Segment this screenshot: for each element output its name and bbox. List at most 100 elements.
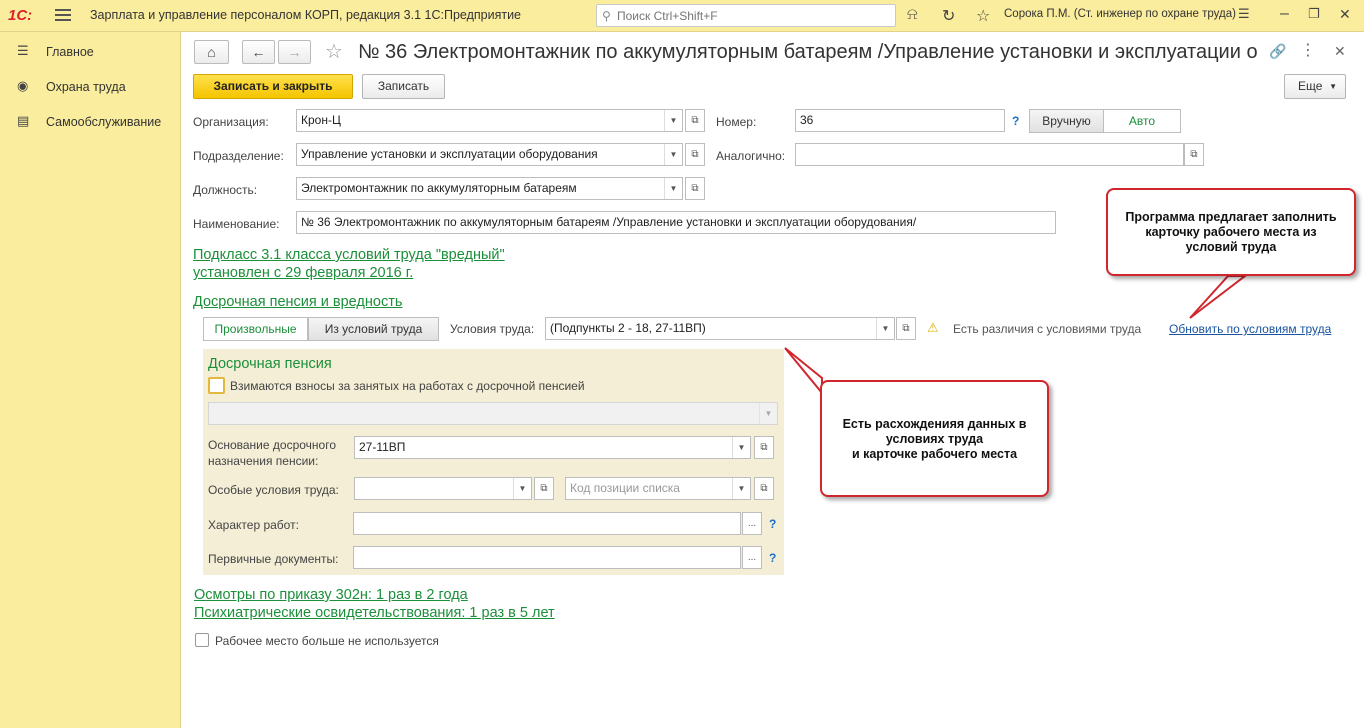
- organization-field[interactable]: Крон-Ц ▼: [296, 109, 683, 132]
- position-label: Должность:: [193, 183, 258, 197]
- sidebar: ☰ Главное ◉ Охрана труда ▤ Самообслужива…: [0, 32, 181, 728]
- helmet-icon: ◉: [17, 78, 29, 93]
- dropdown-icon[interactable]: ▼: [732, 478, 750, 499]
- select-work-nature-button[interactable]: ...: [742, 512, 762, 535]
- sidebar-item-main[interactable]: ☰ Главное: [0, 35, 181, 65]
- dropdown-icon[interactable]: ▼: [759, 403, 777, 424]
- open-list-position-code-icon[interactable]: ⧉: [754, 477, 774, 500]
- sidebar-item-labor-safety[interactable]: ◉ Охрана труда: [0, 70, 181, 100]
- dropdown-icon[interactable]: ▼: [664, 110, 682, 131]
- global-search[interactable]: ⚲: [596, 4, 896, 27]
- open-department-icon[interactable]: ⧉: [685, 143, 705, 166]
- settings-menu-icon[interactable]: ☰: [1238, 6, 1250, 22]
- link-icon[interactable]: 🔗: [1269, 43, 1286, 60]
- mid-callout-line: условиях труда: [885, 432, 984, 446]
- card-icon: ▤: [17, 113, 30, 128]
- pension-basis-field[interactable]: 27-11ВП ▼: [354, 436, 751, 459]
- save-and-close-button[interactable]: Записать и закрыть: [193, 74, 353, 99]
- open-working-conditions-icon[interactable]: ⧉: [896, 317, 916, 340]
- app-title: Зарплата и управление персоналом КОРП, р…: [90, 8, 522, 22]
- chevron-down-icon: ▼: [1329, 82, 1337, 91]
- sidebar-item-self-service[interactable]: ▤ Самообслуживание: [0, 105, 181, 135]
- dropdown-icon[interactable]: ▼: [513, 478, 531, 499]
- search-input[interactable]: [617, 7, 887, 24]
- workplace-not-used-checkbox[interactable]: [195, 633, 209, 647]
- tab-arbitrary[interactable]: Произвольные: [203, 317, 308, 341]
- department-field[interactable]: Управление установки и эксплуатации обор…: [296, 143, 683, 166]
- main-menu-icon[interactable]: [55, 7, 71, 23]
- organization-label: Организация:: [193, 115, 269, 129]
- back-button[interactable]: ←: [242, 40, 275, 64]
- open-position-icon[interactable]: ⧉: [685, 177, 705, 200]
- medical-exams-link[interactable]: Осмотры по приказу 302н: 1 раз в 2 года: [194, 587, 468, 603]
- tab-from-conditions[interactable]: Из условий труда: [308, 317, 439, 341]
- mid-annotation-callout: Есть расхожденияя данных в условиях труд…: [820, 380, 1049, 497]
- forward-button[interactable]: →: [278, 40, 311, 64]
- numbering-manual-toggle[interactable]: Вручную: [1029, 109, 1104, 133]
- help-work-nature-icon[interactable]: ?: [769, 517, 776, 531]
- psychiatric-exams-link[interactable]: Психиатрические освидетельствования: 1 р…: [194, 605, 555, 621]
- contributions-checkbox[interactable]: [208, 377, 225, 394]
- differences-warning: Есть различия с условиями труда: [953, 322, 1142, 336]
- number-value: 36: [800, 113, 814, 127]
- number-field[interactable]: 36: [795, 109, 1005, 132]
- favorites-icon[interactable]: ☆: [976, 6, 990, 26]
- favorite-star-icon[interactable]: ☆: [325, 39, 343, 64]
- more-button[interactable]: Еще ▼: [1284, 74, 1346, 99]
- restore-icon[interactable]: ❐: [1308, 6, 1320, 22]
- more-vertical-icon[interactable]: ⋮: [1300, 40, 1316, 60]
- open-similar-icon[interactable]: ⧉: [1184, 143, 1204, 166]
- pension-basis-label-line1: Основание досрочного: [208, 438, 336, 452]
- name-value: № 36 Электромонтажник по аккумуляторным …: [301, 215, 917, 229]
- work-nature-label: Характер работ:: [208, 518, 299, 532]
- work-nature-field[interactable]: [353, 512, 741, 535]
- minimize-icon[interactable]: –: [1280, 5, 1289, 23]
- open-pension-basis-icon[interactable]: ⧉: [754, 436, 774, 459]
- save-button[interactable]: Записать: [362, 74, 445, 99]
- search-icon: ⚲: [602, 9, 611, 23]
- close-app-icon[interactable]: ✕: [1339, 6, 1351, 23]
- document-form: ⌂ ← → ☆ № 36 Электромонтажник по аккумул…: [182, 32, 1364, 728]
- top-callout-line: Программа предлагает заполнить: [1125, 210, 1337, 224]
- dropdown-icon[interactable]: ▼: [732, 437, 750, 458]
- special-conditions-label: Особые условия труда:: [208, 483, 339, 497]
- open-special-conditions-icon[interactable]: ⧉: [534, 477, 554, 500]
- numbering-auto-toggle[interactable]: Авто: [1103, 109, 1181, 133]
- dropdown-icon[interactable]: ▼: [664, 144, 682, 165]
- home-button[interactable]: ⌂: [194, 40, 229, 64]
- help-primary-documents-icon[interactable]: ?: [769, 551, 776, 565]
- special-conditions-field[interactable]: ▼: [354, 477, 532, 500]
- update-from-conditions-link[interactable]: Обновить по условиям труда: [1169, 322, 1331, 336]
- warning-icon: ⚠: [927, 320, 939, 335]
- pension-basis-value: 27-11ВП: [359, 440, 406, 454]
- open-organization-icon[interactable]: ⧉: [685, 109, 705, 132]
- working-conditions-field[interactable]: (Подпункты 2 - 18, 27-11ВП) ▼: [545, 317, 895, 340]
- primary-documents-field[interactable]: [353, 546, 741, 569]
- pension-basis-label-line2: назначения пенсии:: [208, 454, 319, 468]
- select-primary-documents-button[interactable]: ...: [742, 546, 762, 569]
- menu-lines-icon: ☰: [17, 43, 29, 58]
- contributions-checkbox-label: Взимаются взносы за занятых на работах с…: [230, 379, 585, 393]
- tariff-field[interactable]: ▼: [208, 402, 778, 425]
- list-position-code-field[interactable]: Код позиции списка ▼: [565, 477, 751, 500]
- bell-icon[interactable]: ⍾: [907, 6, 918, 24]
- department-value: Управление установки и эксплуатации обор…: [301, 147, 598, 161]
- dropdown-icon[interactable]: ▼: [876, 318, 894, 339]
- name-field[interactable]: № 36 Электромонтажник по аккумуляторным …: [296, 211, 1056, 234]
- working-conditions-class-link[interactable]: Подкласс 3.1 класса условий труда "вредн…: [193, 247, 505, 263]
- history-icon[interactable]: ↻: [942, 6, 955, 26]
- top-callout-line: карточку рабочего места из: [1145, 225, 1317, 239]
- early-pension-section-link[interactable]: Досрочная пенсия и вредность: [193, 294, 402, 310]
- department-label: Подразделение:: [193, 149, 284, 163]
- similar-field[interactable]: [795, 143, 1184, 166]
- help-number-icon[interactable]: ?: [1012, 114, 1019, 128]
- page-title: № 36 Электромонтажник по аккумуляторным …: [358, 41, 1258, 63]
- sidebar-item-label: Охрана труда: [46, 80, 126, 94]
- close-form-icon[interactable]: ✕: [1334, 43, 1346, 60]
- list-position-code-placeholder: Код позиции списка: [570, 481, 680, 495]
- position-field[interactable]: Электромонтажник по аккумуляторным батар…: [296, 177, 683, 200]
- early-pension-title: Досрочная пенсия: [208, 356, 332, 372]
- dropdown-icon[interactable]: ▼: [664, 178, 682, 199]
- current-user[interactable]: Сорока П.М. (Ст. инженер по охране труда…: [1004, 8, 1236, 20]
- working-conditions-date-link[interactable]: установлен с 29 февраля 2016 г.: [193, 265, 413, 281]
